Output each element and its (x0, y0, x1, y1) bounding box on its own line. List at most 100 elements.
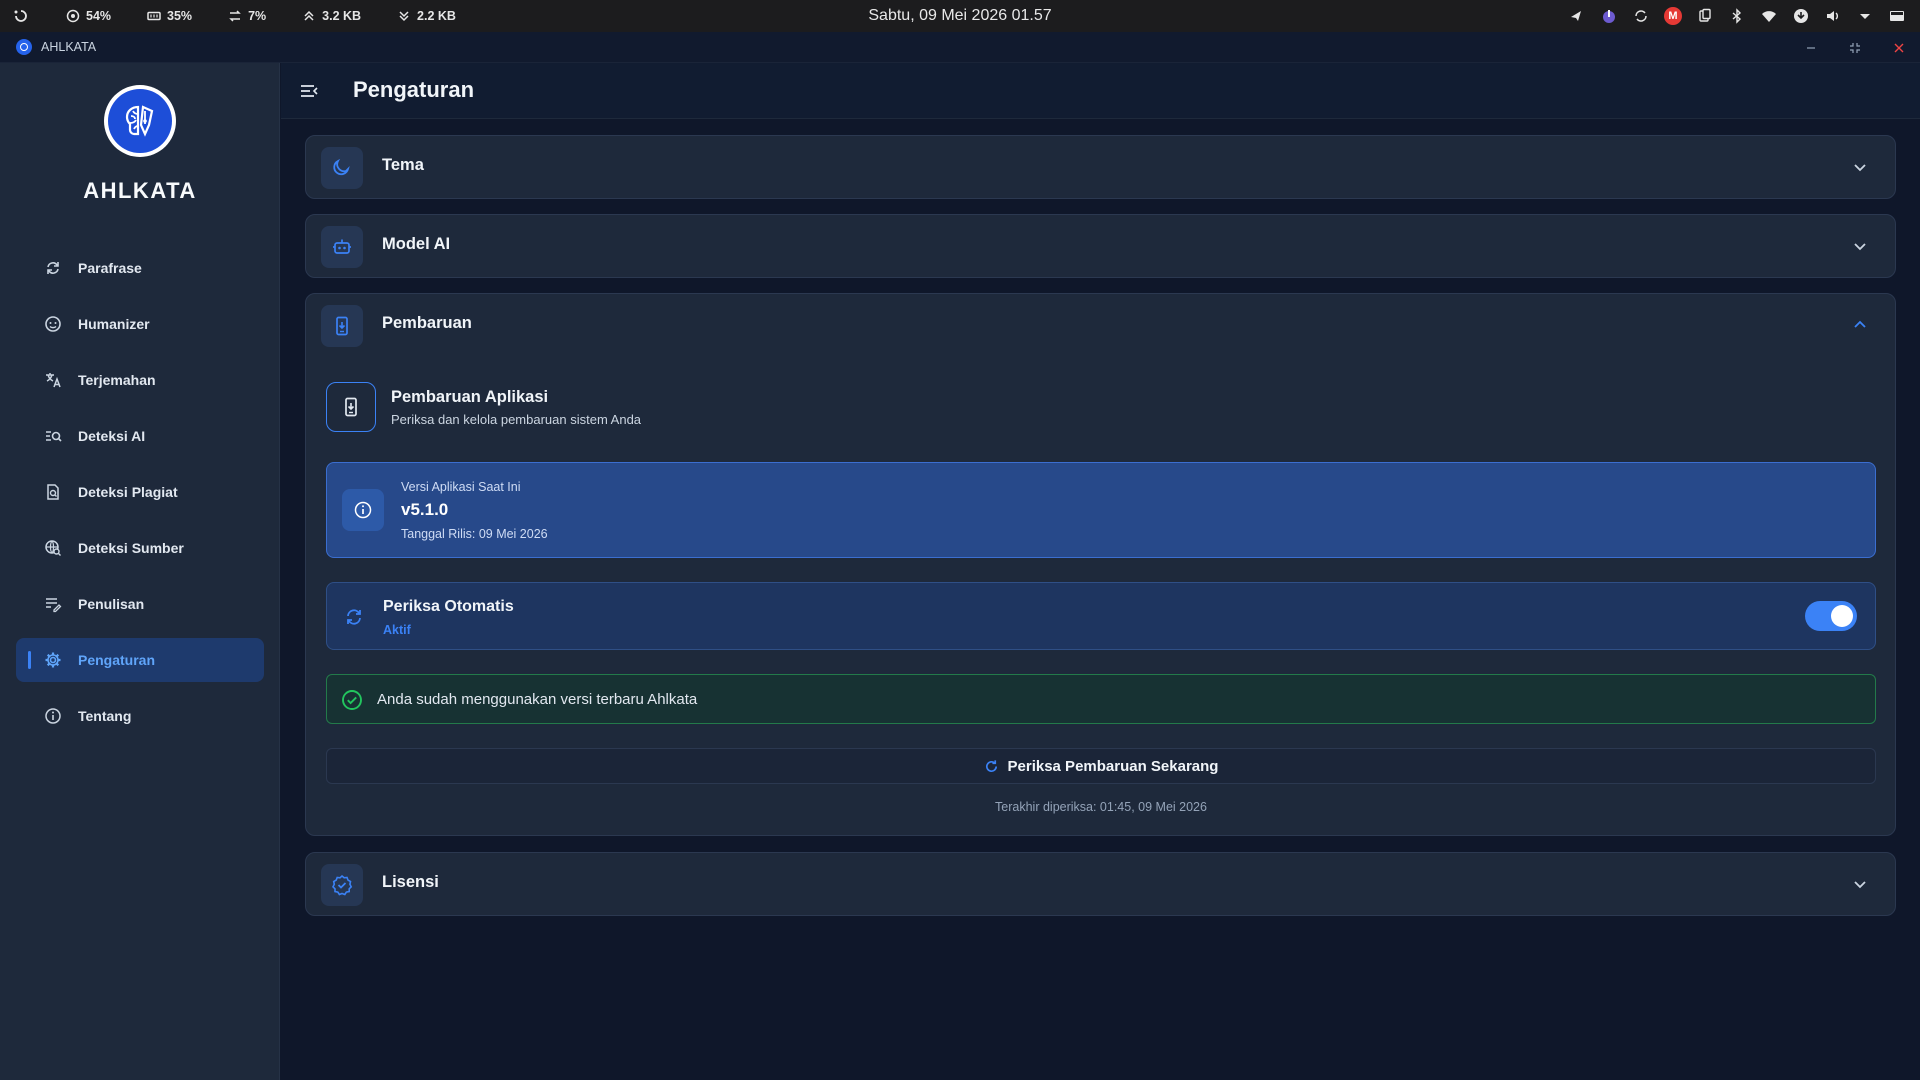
chevron-down-icon[interactable] (1856, 7, 1874, 25)
swap-value: 7% (248, 9, 267, 23)
chevron-down-icon[interactable] (1851, 237, 1869, 255)
section-icon-box (321, 864, 363, 906)
moon-icon (333, 158, 350, 176)
sidebar-nav: Parafrase Humanizer Terjemahan Deteksi A… (16, 246, 264, 750)
sidebar-item-humanizer[interactable]: Humanizer (16, 302, 264, 346)
up-to-date-message: Anda sudah menggunakan versi terbaru Ahl… (377, 691, 698, 708)
sidebar-item-label: Parafrase (78, 260, 142, 276)
toggle-knob (1831, 605, 1853, 627)
memory-icon (147, 11, 161, 21)
sidebar-item-label: Humanizer (78, 316, 150, 332)
info-icon (354, 501, 372, 519)
memory-value: 35% (167, 9, 193, 23)
sidebar-item-deteksi-ai[interactable]: Deteksi AI (16, 414, 264, 458)
section-icon-box (321, 226, 363, 268)
swap-stat: 7% (228, 9, 266, 23)
cpu-stat: 54% (66, 9, 111, 23)
section-model-ai-header[interactable]: Model AI (306, 215, 1895, 277)
phone-download-icon (336, 316, 348, 336)
sidebar-item-label: Deteksi AI (78, 428, 146, 444)
sidebar-item-label: Terjemahan (78, 372, 156, 388)
sidebar-item-label: Deteksi Sumber (78, 540, 184, 556)
auto-check-row: Periksa Otomatis Aktif (326, 582, 1876, 650)
window-title: AHLKATA (41, 40, 97, 54)
chevron-down-icon[interactable] (1851, 875, 1869, 893)
section-title: Pembaruan (382, 314, 472, 332)
system-top-bar: 54% 35% 7% 3.2 KB 2.2 KB Sabtu, 09 Mei 2… (0, 0, 1920, 32)
brain-pen-logo-icon (125, 105, 154, 137)
minimize-button[interactable] (1800, 37, 1822, 59)
version-info-icon-box (342, 489, 384, 531)
bluetooth-icon[interactable] (1728, 7, 1746, 25)
main-content: Pengaturan Tema Model AI Pembaruan Pemba… (281, 63, 1920, 1080)
sidebar-item-deteksi-sumber[interactable]: Deteksi Sumber (16, 526, 264, 570)
face-icon (45, 316, 61, 332)
sidebar-item-terjemahan[interactable]: Terjemahan (16, 358, 264, 402)
mail-icon[interactable]: M (1664, 7, 1682, 25)
sync-icon (347, 609, 361, 625)
download-icon (399, 11, 409, 22)
auto-check-status: Aktif (383, 623, 411, 637)
chevron-down-icon[interactable] (1851, 158, 1869, 176)
section-pembaruan-header[interactable]: Pembaruan (306, 294, 1895, 356)
download-stat: 2.2 KB (397, 9, 456, 23)
auto-check-toggle[interactable] (1805, 601, 1857, 631)
update-heading: Pembaruan Aplikasi (391, 388, 549, 406)
brand-logo (104, 85, 176, 157)
document-search-icon (47, 484, 59, 500)
check-circle-icon (342, 690, 362, 710)
gear-icon (45, 652, 61, 668)
version-label: Versi Aplikasi Saat Ini (401, 480, 521, 494)
release-date: Tanggal Rilis: 09 Mei 2026 (401, 527, 548, 541)
volume-icon[interactable] (1824, 7, 1842, 25)
sidebar-item-parafrase[interactable]: Parafrase (16, 246, 264, 290)
maximize-button[interactable] (1844, 37, 1866, 59)
badge-check-icon (332, 874, 353, 896)
translate-icon (46, 373, 61, 388)
sidebar-item-deteksi-plagiat[interactable]: Deteksi Plagiat (16, 470, 264, 514)
version-number: v5.1.0 (401, 500, 449, 519)
page-title: Pengaturan (353, 77, 475, 102)
chevron-up-icon[interactable] (1851, 316, 1869, 334)
info-icon (45, 708, 61, 724)
section-pembaruan: Pembaruan Pembaruan Aplikasi Periksa dan… (305, 293, 1896, 836)
sidebar-item-penulisan[interactable]: Penulisan (16, 582, 264, 626)
last-checked-text: Terakhir diperiksa: 01:45, 09 Mei 2026 (995, 800, 1207, 814)
section-lisensi-header[interactable]: Lisensi (306, 853, 1895, 915)
upload-icon (304, 10, 314, 21)
activities-icon[interactable] (12, 7, 30, 25)
sidebar-toggle-button[interactable] (297, 79, 321, 103)
sidebar-item-pengaturan[interactable]: Pengaturan (16, 638, 264, 682)
system-clock[interactable]: Sabtu, 09 Mei 2026 01.57 (868, 7, 1051, 25)
download-value: 2.2 KB (417, 9, 456, 23)
window-title-bar: AHLKATA (0, 32, 1920, 63)
section-model-ai: Model AI (305, 214, 1896, 278)
update-app-icon-box (326, 382, 376, 432)
close-icon (1894, 43, 1904, 52)
update-icon[interactable] (1792, 7, 1810, 25)
wifi-icon[interactable] (1760, 7, 1778, 25)
sidebar-item-tentang[interactable]: Tentang (16, 694, 264, 738)
sync-icon[interactable] (1632, 7, 1650, 25)
section-tema: Tema (305, 135, 1896, 199)
sidebar-item-label: Penulisan (78, 596, 145, 612)
section-title: Tema (382, 156, 424, 174)
app-indicator-icon[interactable] (1600, 7, 1618, 25)
section-icon-box (321, 305, 363, 347)
update-subheading: Periksa dan kelola pembaruan sistem Anda (391, 412, 642, 427)
maximize-icon (1850, 42, 1860, 53)
edit-list-icon (46, 598, 62, 613)
search-list-icon (46, 431, 62, 442)
auto-check-label: Periksa Otomatis (383, 598, 514, 615)
sidebar-item-label: Pengaturan (78, 652, 156, 668)
notification-icon[interactable] (1568, 7, 1586, 25)
section-icon-box (321, 147, 363, 189)
section-lisensi: Lisensi (305, 852, 1896, 916)
check-update-button[interactable]: Periksa Pembaruan Sekarang (326, 748, 1876, 784)
refresh-icon (985, 759, 997, 772)
upload-stat: 3.2 KB (302, 9, 361, 23)
battery-icon[interactable] (1888, 7, 1906, 25)
clipboard-icon[interactable] (1696, 7, 1714, 25)
section-tema-header[interactable]: Tema (306, 136, 1895, 198)
close-button[interactable] (1888, 37, 1910, 59)
